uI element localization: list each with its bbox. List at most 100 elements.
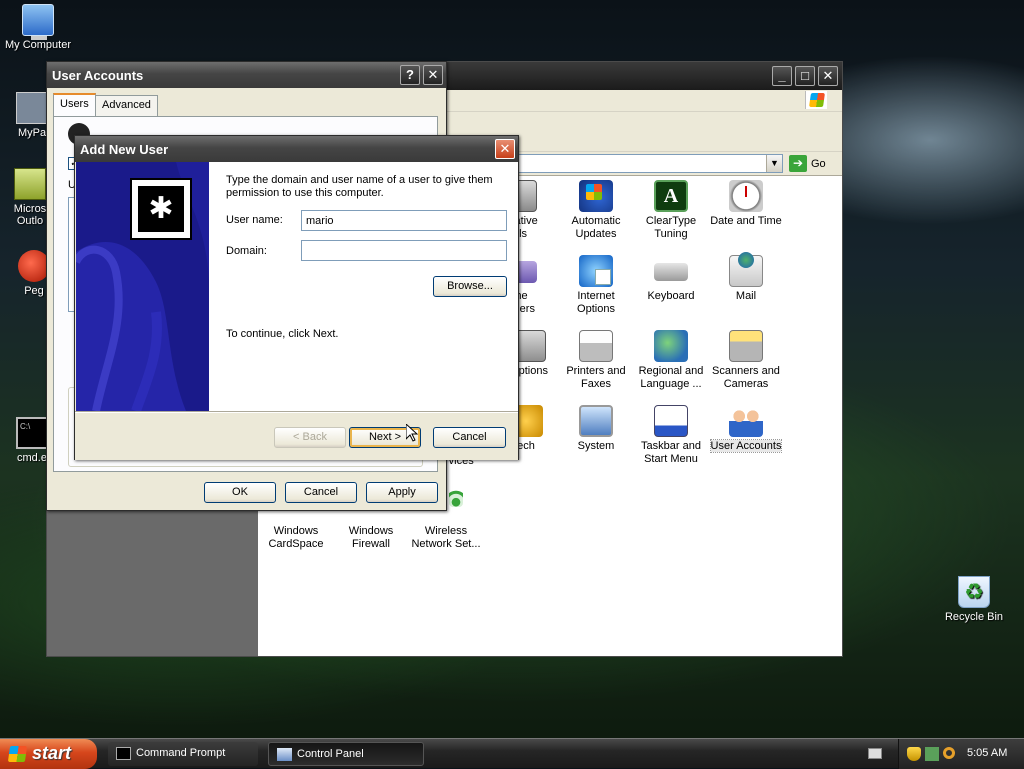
go-button[interactable]: ➔ Go: [789, 155, 826, 172]
cp-item-regional-and-language[interactable]: Regional and Language ...: [631, 330, 711, 391]
automatic-updates-icon: [579, 180, 613, 212]
desktop-icon-label: Outlo: [16, 215, 44, 227]
taskbar-button-control-panel[interactable]: Control Panel: [268, 742, 424, 766]
go-label: Go: [811, 157, 826, 170]
user-name-label: User name:: [226, 214, 283, 226]
cp-item-cleartype-tuning[interactable]: A ClearType Tuning: [631, 180, 711, 241]
cp-item-label: ech: [517, 440, 535, 452]
desktop-icon-my-computer[interactable]: My Computer: [0, 4, 76, 51]
cp-item-label: Internet: [577, 290, 615, 302]
internet-options-icon: [579, 255, 613, 287]
cp-item-label: Tuning: [654, 228, 688, 240]
recycle-bin-icon: [958, 576, 990, 608]
cp-item-system[interactable]: System: [556, 405, 636, 453]
tab-advanced[interactable]: Advanced: [95, 95, 158, 116]
add-new-user-dialog: Add New User ✕ ✱ Type the domain and use…: [74, 135, 519, 460]
cp-item-printers-and-faxes[interactable]: Printers and Faxes: [556, 330, 636, 391]
minimize-button[interactable]: _: [772, 66, 792, 86]
scanners-and-cameras-icon: [729, 330, 763, 362]
cp-item-date-and-time[interactable]: Date and Time: [706, 180, 786, 228]
command-prompt-icon: C:\: [16, 417, 48, 449]
my-computer-icon: [22, 4, 54, 40]
back-button[interactable]: < Back: [274, 427, 346, 448]
mouse-cursor-icon: [406, 424, 418, 442]
cp-item-label: Regional and: [638, 365, 704, 377]
cp-item-label: User Accounts: [709, 439, 783, 453]
desktop-icon-label: MyPa: [17, 127, 47, 139]
close-button[interactable]: ✕: [423, 65, 443, 85]
windows-logo-icon: [805, 91, 827, 109]
cp-item-user-accounts[interactable]: User Accounts: [706, 405, 786, 453]
user-accounts-titlebar[interactable]: User Accounts ? ✕: [47, 62, 446, 88]
browse-button[interactable]: Browse...: [433, 276, 507, 297]
cp-item-label: Printers and: [566, 365, 626, 377]
search-icon[interactable]: [943, 747, 955, 759]
cp-item-label: Wireless: [424, 525, 468, 537]
continue-instruction: To continue, click Next.: [226, 328, 339, 340]
task-label: Command Prompt: [136, 747, 226, 759]
network-icon[interactable]: [925, 747, 939, 761]
cp-item-label: Windows: [348, 525, 394, 537]
cp-item-keyboard[interactable]: Keyboard: [631, 255, 711, 303]
add-new-user-titlebar[interactable]: Add New User ✕: [75, 136, 518, 162]
cp-item-automatic-updates[interactable]: Automatic Updates: [556, 180, 636, 241]
wizard-banner: ✱: [76, 162, 209, 411]
outlook-icon: [14, 168, 46, 200]
cp-item-label: Scanners and: [712, 365, 780, 377]
cp-item-label: Automatic: [571, 215, 621, 227]
cancel-button[interactable]: Cancel: [433, 427, 506, 448]
regional-and-language-icon: [654, 330, 688, 362]
add-new-user-body: ✱ Type the domain and user name of a use…: [75, 162, 518, 460]
close-button[interactable]: ✕: [495, 139, 515, 159]
maximize-button[interactable]: □: [795, 66, 815, 86]
key-icon: ✱: [130, 178, 192, 240]
taskbar: start Command Prompt Control Panel 5:05 …: [0, 738, 1024, 769]
cp-item-scanners-and-cameras[interactable]: Scanners and Cameras: [706, 330, 786, 391]
cp-item-mail[interactable]: Mail: [706, 252, 786, 303]
cp-item-label: Updates: [575, 228, 617, 240]
cp-item-label: ClearType: [645, 215, 697, 227]
windows-flag-icon: [7, 746, 28, 762]
user-name-input[interactable]: [301, 210, 507, 231]
cp-item-label: Language ...: [640, 378, 702, 390]
cp-item-label: Faxes: [581, 378, 611, 390]
cp-item-label: Network Set...: [411, 538, 481, 550]
chevron-down-icon[interactable]: ▼: [766, 155, 782, 172]
tab-users[interactable]: Users: [53, 93, 96, 116]
desktop-icon-label: cmd.e: [17, 452, 47, 464]
keyboard-icon: [654, 263, 688, 281]
cp-item-label: Options: [577, 303, 615, 315]
desktop-icon-label: Recycle Bin: [944, 611, 1004, 623]
wizard-content: Type the domain and user name of a user …: [209, 162, 518, 411]
dialog-title: Add New User: [80, 142, 169, 157]
clock[interactable]: 5:05 AM: [967, 747, 1007, 759]
cleartype-tuning-icon: A: [654, 180, 688, 212]
start-button[interactable]: start: [0, 739, 97, 769]
help-button[interactable]: ?: [400, 65, 420, 85]
cancel-button[interactable]: Cancel: [285, 482, 357, 503]
apply-button[interactable]: Apply: [366, 482, 438, 503]
go-arrow-icon: ➔: [789, 155, 807, 172]
keyboard-layout-icon[interactable]: [868, 748, 882, 759]
taskbar-button-command-prompt[interactable]: Command Prompt: [108, 742, 258, 766]
start-label: start: [32, 743, 72, 763]
close-button[interactable]: ✕: [818, 66, 838, 86]
date-and-time-icon: [729, 180, 763, 212]
desktop-icon-label: My Computer: [4, 39, 72, 51]
cp-item-internet-options[interactable]: Internet Options: [556, 255, 636, 316]
cp-item-label: Taskbar and: [641, 440, 701, 452]
system-icon: [579, 405, 613, 437]
cp-item-label: Firewall: [352, 538, 390, 550]
control-panel-icon: [277, 748, 292, 761]
security-shield-icon[interactable]: [907, 747, 921, 761]
domain-input[interactable]: [301, 240, 507, 261]
ok-button[interactable]: OK: [204, 482, 276, 503]
command-prompt-icon: [116, 747, 131, 760]
domain-label: Domain:: [226, 245, 267, 257]
desktop-icon-recycle-bin[interactable]: Recycle Bin: [936, 576, 1012, 623]
cp-item-taskbar-and-start-menu[interactable]: Taskbar and Start Menu: [631, 405, 711, 466]
shortcut-icon: [16, 92, 48, 124]
desktop-icon-label: Peg: [24, 285, 44, 297]
cp-item-label: Mail: [735, 290, 757, 302]
printers-and-faxes-icon: [579, 330, 613, 362]
